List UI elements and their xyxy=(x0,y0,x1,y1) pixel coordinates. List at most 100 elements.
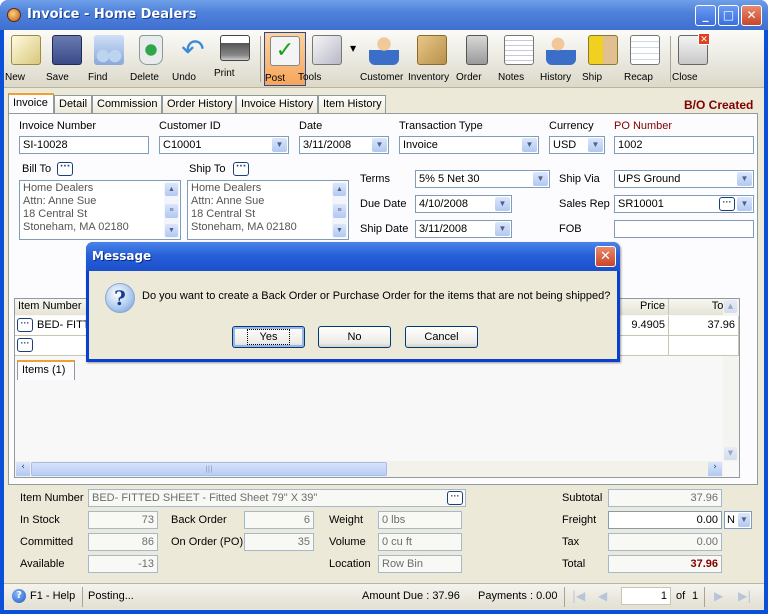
tab-invoice[interactable]: Invoice xyxy=(8,93,54,113)
chevron-down-icon[interactable]: ▼ xyxy=(737,197,752,211)
tools-dropdown-icon[interactable]: ▼ xyxy=(350,44,356,53)
ship-to-address[interactable]: Home Dealers Attn: Anne Sue 18 Central S… xyxy=(187,180,349,240)
ship-button[interactable]: Ship xyxy=(582,32,624,86)
notepad-pen-icon xyxy=(504,35,534,65)
currency-value: USD xyxy=(553,139,577,151)
scroll-down-icon[interactable]: ▼ xyxy=(333,224,346,237)
sales-rep-value: SR10001 xyxy=(618,198,664,210)
bill-to-ellipsis-button[interactable]: ··· xyxy=(57,162,73,176)
page-number-input[interactable]: 1 xyxy=(621,587,671,605)
bill-to-address[interactable]: Home Dealers Attn: Anne Sue 18 Central S… xyxy=(19,180,181,240)
inventory-button[interactable]: Inventory xyxy=(408,32,456,86)
due-date-picker[interactable]: 4/10/2008 ▼ xyxy=(415,195,512,213)
recap-button[interactable]: Recap xyxy=(624,32,666,86)
item-number-ellipsis-button[interactable]: ··· xyxy=(447,491,463,505)
tab-invoice-history[interactable]: Invoice History xyxy=(236,95,318,113)
bill-to-scrollbar[interactable]: ▲ ≡ ▼ xyxy=(164,182,179,238)
chevron-down-icon[interactable]: ▼ xyxy=(495,222,510,236)
on-order-label: On Order (PO) xyxy=(171,536,244,548)
ship-to-scrollbar[interactable]: ▲ ≡ ▼ xyxy=(332,182,347,238)
yes-button[interactable]: Yes xyxy=(232,326,305,348)
scroll-up-icon[interactable]: ▲ xyxy=(724,300,737,313)
cell-price[interactable] xyxy=(615,336,669,356)
tab-item-history[interactable]: Item History xyxy=(318,95,386,113)
row-ellipsis-button[interactable]: ··· xyxy=(17,318,33,332)
cell-price[interactable]: 9.4905 xyxy=(615,316,669,336)
scroll-up-icon[interactable]: ▲ xyxy=(333,183,346,196)
tools-button[interactable]: ▼ Tools xyxy=(298,32,358,86)
currency-select[interactable]: USD ▼ xyxy=(549,136,605,154)
chevron-down-icon[interactable]: ▼ xyxy=(522,138,537,152)
close-window-button[interactable]: ✕ xyxy=(741,5,762,26)
fob-field[interactable] xyxy=(614,220,754,238)
invoice-number-field[interactable]: SI-10028 xyxy=(19,136,149,154)
chevron-down-icon[interactable]: ▼ xyxy=(737,172,752,186)
chevron-down-icon[interactable]: ▼ xyxy=(533,172,548,186)
chevron-down-icon[interactable]: ▼ xyxy=(372,138,387,152)
cell-total[interactable] xyxy=(669,336,739,356)
customer-button[interactable]: Customer xyxy=(360,32,408,86)
date-picker[interactable]: 3/11/2008 ▼ xyxy=(299,136,389,154)
row-ellipsis-button[interactable]: ··· xyxy=(17,338,33,352)
maximize-button[interactable]: □ xyxy=(718,5,739,26)
save-button[interactable]: Save xyxy=(46,32,88,86)
scroll-thumb[interactable]: ||| xyxy=(31,462,387,476)
po-number-field[interactable]: 1002 xyxy=(614,136,754,154)
close-button[interactable]: ✕ Close xyxy=(672,32,714,86)
terms-select[interactable]: 5% 5 Net 30 ▼ xyxy=(415,170,550,188)
notes-button[interactable]: Notes xyxy=(498,32,540,86)
chevron-down-icon[interactable]: ▼ xyxy=(738,513,750,527)
back-order-label: Back Order xyxy=(171,514,227,526)
tab-order-history[interactable]: Order History xyxy=(162,95,236,113)
chevron-down-icon[interactable]: ▼ xyxy=(272,138,287,152)
status-message: Posting... xyxy=(88,590,134,602)
cancel-button[interactable]: Cancel xyxy=(405,326,478,348)
chevron-down-icon[interactable]: ▼ xyxy=(588,138,603,152)
total-label: Total xyxy=(562,558,586,570)
scroll-right-icon[interactable]: › xyxy=(708,462,722,476)
grid-horizontal-scrollbar[interactable]: ‹ ||| › xyxy=(15,461,723,477)
transaction-type-select[interactable]: Invoice ▼ xyxy=(399,136,539,154)
tab-commission[interactable]: Commission xyxy=(92,95,162,113)
dialog-close-button[interactable]: ✕ xyxy=(595,246,616,267)
freight-tax-code-select[interactable]: N ▼ xyxy=(724,511,752,529)
volume-field: 0 cu ft xyxy=(378,533,462,551)
item-number-field[interactable]: BED- FITTED SHEET - Fitted Sheet 79" X 3… xyxy=(88,489,466,507)
first-record-icon[interactable]: |◀ xyxy=(572,589,585,603)
ship-via-value: UPS Ground xyxy=(618,173,681,185)
no-button[interactable]: No xyxy=(318,326,391,348)
scroll-thumb[interactable]: ≡ xyxy=(165,204,178,218)
help-text[interactable]: F1 - Help xyxy=(30,590,75,602)
history-button[interactable]: History xyxy=(540,32,582,86)
page-count: 1 xyxy=(692,590,699,602)
undo-button[interactable]: ↶ Undo xyxy=(172,32,214,86)
new-button[interactable]: New xyxy=(5,32,47,86)
ship-to-ellipsis-button[interactable]: ··· xyxy=(233,162,249,176)
delete-button[interactable]: Delete xyxy=(130,32,172,86)
sales-rep-ellipsis-button[interactable]: ··· xyxy=(719,197,735,211)
scroll-down-icon[interactable]: ▼ xyxy=(165,224,178,237)
available-field: -13 xyxy=(88,555,158,573)
order-button[interactable]: Order xyxy=(456,32,498,86)
tab-items[interactable]: Items (1) xyxy=(17,360,75,380)
scroll-up-icon[interactable]: ▲ xyxy=(165,183,178,196)
column-header-price[interactable]: Price xyxy=(615,299,669,315)
ship-via-select[interactable]: UPS Ground ▼ xyxy=(614,170,754,188)
print-button[interactable]: Print xyxy=(214,32,256,86)
find-button[interactable]: Find xyxy=(88,32,130,86)
freight-field[interactable]: 0.00 xyxy=(608,511,722,529)
next-record-icon[interactable]: ▶ xyxy=(714,589,723,603)
scroll-thumb[interactable]: ≡ xyxy=(333,204,346,218)
sales-rep-select[interactable]: SR10001 ··· ▼ xyxy=(614,195,754,213)
scroll-left-icon[interactable]: ‹ xyxy=(16,462,30,476)
chevron-down-icon[interactable]: ▼ xyxy=(495,197,510,211)
scroll-down-icon[interactable]: ▼ xyxy=(724,447,737,460)
cell-total[interactable]: 37.96 xyxy=(669,316,739,336)
minimize-button[interactable]: _ xyxy=(695,5,716,26)
customer-id-select[interactable]: C10001 ▼ xyxy=(159,136,289,154)
tab-detail[interactable]: Detail xyxy=(54,95,92,113)
ship-date-picker[interactable]: 3/11/2008 ▼ xyxy=(415,220,512,238)
help-icon[interactable]: ? xyxy=(12,589,26,603)
last-record-icon[interactable]: ▶| xyxy=(738,589,751,603)
previous-record-icon[interactable]: ◀ xyxy=(598,589,607,603)
